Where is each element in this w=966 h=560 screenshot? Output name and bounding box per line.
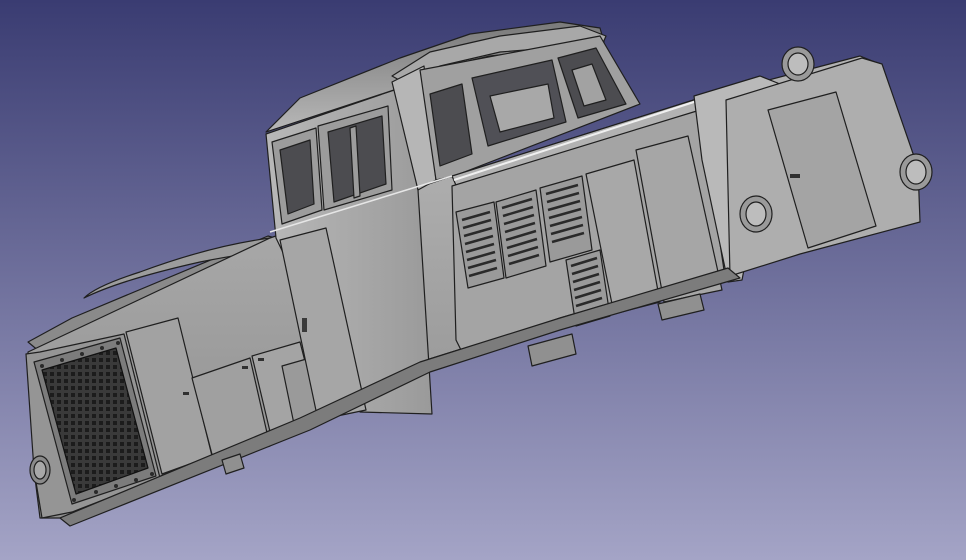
front-buffer-right xyxy=(899,153,933,191)
3d-scene[interactable] xyxy=(0,0,966,560)
front-buffer-top xyxy=(781,46,815,82)
louver-panel-3 xyxy=(539,175,593,263)
cab-door-handle xyxy=(302,318,307,332)
rear-buffer xyxy=(29,455,51,485)
3d-viewport[interactable] xyxy=(0,0,966,560)
front-buffer-left xyxy=(739,195,773,233)
front-end-door-handle xyxy=(790,174,800,178)
